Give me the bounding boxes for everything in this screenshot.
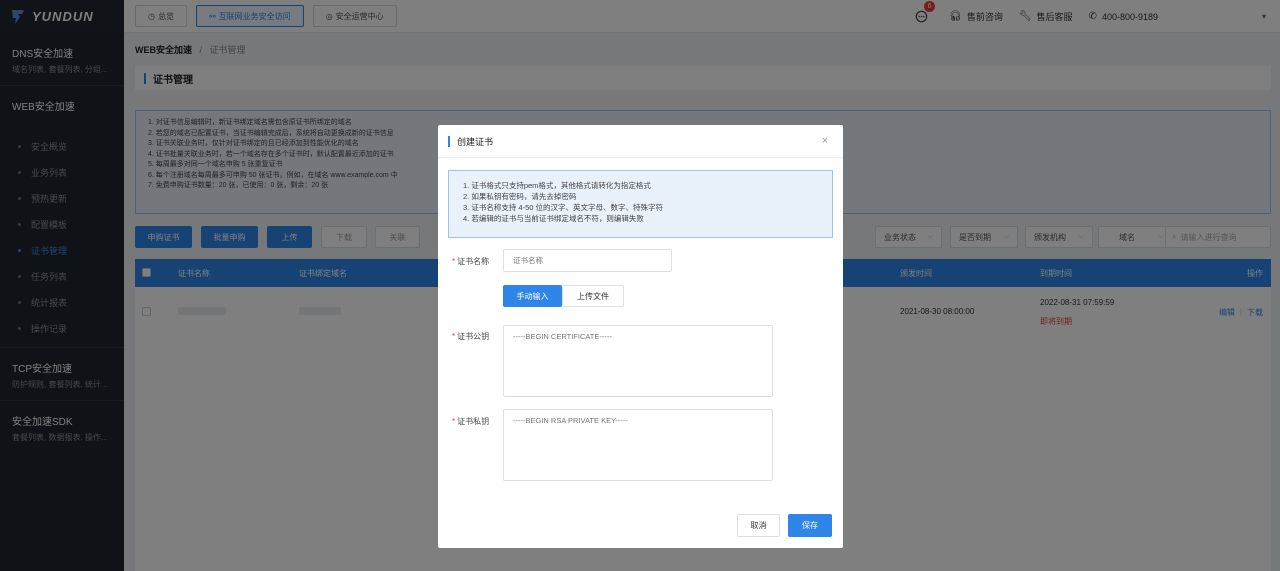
- create-cert-modal: 创建证书 × 1. 证书格式只支持pem格式，其他格式请转化为指定格式 2. 如…: [438, 125, 843, 548]
- cert-name-label: * 证书名称: [452, 256, 489, 267]
- pubkey-label: * 证书公钥: [452, 331, 489, 342]
- notice-line: 3. 证书名称支持 4-50 位的汉字、英文字母、数字、特殊字符: [463, 203, 664, 212]
- modal-notice: 1. 证书格式只支持pem格式，其他格式请转化为指定格式 2. 如果私钥有密码，…: [448, 170, 833, 238]
- notice-line: 2. 如果私钥有密码，请先去掉密码: [463, 192, 577, 201]
- close-icon[interactable]: ×: [819, 135, 831, 147]
- modal-header: 创建证书: [438, 125, 843, 158]
- pubkey-textarea[interactable]: [503, 325, 773, 397]
- notice-line: 4. 若编辑的证书与当前证书绑定域名不符，则编辑失败: [463, 214, 644, 223]
- modal-title: 创建证书: [457, 136, 494, 147]
- upload-file-button[interactable]: 上传文件: [562, 285, 624, 307]
- label-text: 证书私钥: [457, 417, 490, 426]
- manual-input-button[interactable]: 手动输入: [503, 285, 562, 307]
- cert-name-input[interactable]: [503, 249, 672, 272]
- cancel-button[interactable]: 取消: [737, 514, 780, 537]
- required-mark: *: [452, 332, 456, 341]
- label-text: 证书公钥: [457, 332, 490, 341]
- required-mark: *: [452, 417, 456, 426]
- label-text: 证书名称: [457, 257, 490, 266]
- notice-line: 1. 证书格式只支持pem格式，其他格式请转化为指定格式: [463, 181, 651, 190]
- privkey-label: * 证书私钥: [452, 416, 489, 427]
- accent-bar: [448, 135, 450, 147]
- required-mark: *: [452, 257, 456, 266]
- save-button[interactable]: 保存: [788, 514, 832, 537]
- privkey-textarea[interactable]: [503, 409, 773, 481]
